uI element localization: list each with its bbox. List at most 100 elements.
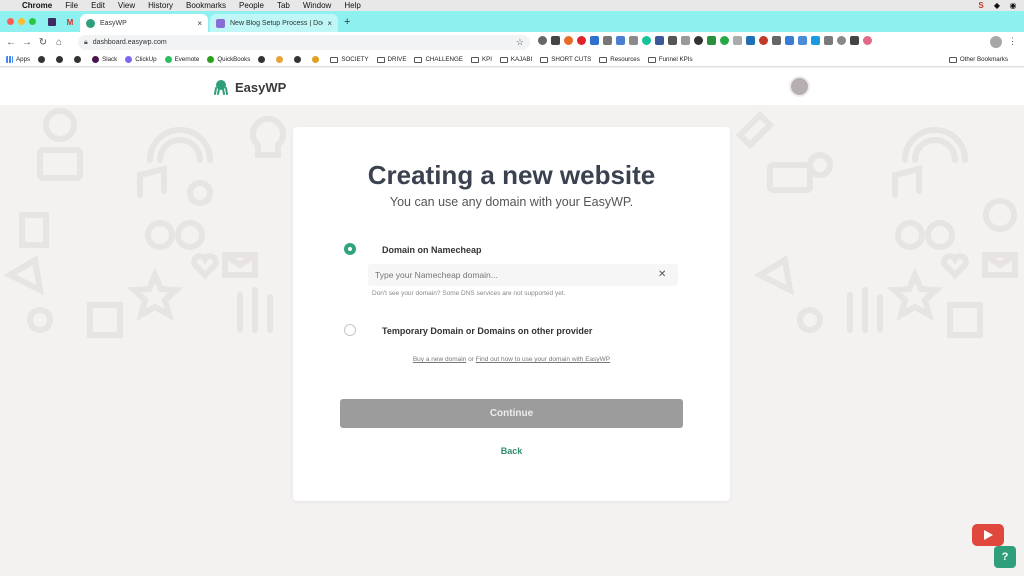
menu-help[interactable]: Help: [344, 0, 360, 11]
extension-icon[interactable]: [772, 36, 781, 45]
bookmark-item[interactable]: Evernote: [164, 56, 199, 63]
bookmark-item[interactable]: SOCIETY: [330, 56, 369, 63]
back-link[interactable]: Back: [293, 446, 730, 456]
menu-chrome[interactable]: Chrome: [22, 0, 52, 11]
extension-icon[interactable]: [837, 36, 846, 45]
close-tab-icon[interactable]: ×: [327, 19, 332, 28]
home-icon[interactable]: ⌂: [51, 37, 67, 48]
forward-arrow-icon[interactable]: →: [19, 37, 35, 48]
address-bar[interactable]: 🔒︎ dashboard.easywp.com ☆: [78, 35, 530, 50]
bookmark-label: Apps: [16, 56, 31, 63]
extension-icon[interactable]: [707, 36, 716, 45]
buy-domain-link[interactable]: Buy a new domain: [413, 356, 466, 363]
menu-view[interactable]: View: [118, 0, 135, 11]
bookmark-item[interactable]: [276, 56, 286, 63]
extension-icon[interactable]: [759, 36, 768, 45]
doc-favicon-icon: [216, 18, 225, 28]
menu-edit[interactable]: Edit: [91, 0, 105, 11]
status-s-icon[interactable]: S: [976, 0, 986, 11]
bookmark-item[interactable]: [294, 56, 304, 63]
bookmark-item[interactable]: [312, 56, 322, 63]
facebook-icon[interactable]: [655, 36, 664, 45]
namecheap-domain-input[interactable]: [368, 264, 678, 286]
help-button[interactable]: ?: [994, 546, 1016, 568]
bookmark-item[interactable]: DRIVE: [376, 56, 406, 63]
extension-icon[interactable]: [629, 36, 638, 45]
close-window-button[interactable]: [7, 18, 14, 25]
extension-icon[interactable]: [603, 36, 612, 45]
option-domain-namecheap-label[interactable]: Domain on Namecheap: [382, 245, 482, 255]
bookmark-item[interactable]: ClickUp: [125, 56, 157, 63]
extension-icon[interactable]: [616, 36, 625, 45]
bookmark-star-icon[interactable]: ☆: [516, 37, 524, 48]
pinned-tab-1[interactable]: [44, 15, 60, 29]
browser-menu-icon[interactable]: ⋮: [1008, 36, 1017, 47]
extension-icon[interactable]: [694, 36, 703, 45]
easywp-logo[interactable]: EasyWP: [213, 79, 286, 95]
tab-easywp[interactable]: EasyWP ×: [80, 14, 208, 32]
extension-icon[interactable]: [824, 36, 833, 45]
youtube-icon[interactable]: [972, 524, 1004, 546]
extensions-area: [538, 36, 872, 45]
bookmark-item[interactable]: [56, 56, 66, 63]
menu-history[interactable]: History: [148, 0, 173, 11]
extension-icon[interactable]: [733, 36, 742, 45]
bookmark-item[interactable]: Slack: [92, 56, 117, 63]
maximize-window-button[interactable]: [29, 18, 36, 25]
reload-icon[interactable]: ↻: [35, 37, 51, 48]
other-bookmarks[interactable]: Other Bookmarks: [948, 56, 1008, 63]
menu-bookmarks[interactable]: Bookmarks: [186, 0, 226, 11]
dropbox-icon[interactable]: ◆: [992, 0, 1002, 11]
doodle-envelope-icon: [37, 147, 83, 181]
profile-avatar-icon[interactable]: [990, 36, 1002, 48]
radio-domain-namecheap[interactable]: [344, 243, 356, 255]
extension-icon[interactable]: [850, 36, 859, 45]
option-temporary-domain-label[interactable]: Temporary Domain or Domains on other pro…: [382, 326, 592, 336]
doodle-bulb-icon: [250, 115, 286, 158]
extension-icon[interactable]: [564, 36, 573, 45]
bookmark-item[interactable]: QuickBooks: [207, 56, 250, 63]
doodle-pencil-icon: [735, 110, 775, 150]
menu-tab[interactable]: Tab: [277, 0, 290, 11]
find-out-link[interactable]: Find out how to use your domain with Eas…: [476, 356, 610, 363]
minimize-window-button[interactable]: [18, 18, 25, 25]
extension-icon[interactable]: [746, 36, 755, 45]
menu-window[interactable]: Window: [303, 0, 331, 11]
close-tab-icon[interactable]: ×: [197, 19, 202, 28]
bookmark-item[interactable]: SHORT CUTS: [540, 56, 591, 63]
bookmark-item[interactable]: Apps: [6, 56, 30, 63]
continue-button[interactable]: Continue: [340, 399, 683, 428]
extension-icon[interactable]: [785, 36, 794, 45]
extension-icon[interactable]: [798, 36, 807, 45]
extension-icon[interactable]: [681, 36, 690, 45]
bookmark-item[interactable]: [258, 56, 268, 63]
clear-input-icon[interactable]: ✕: [658, 269, 666, 280]
tab-blog-setup-doc[interactable]: New Blog Setup Process | Doc ×: [210, 14, 338, 32]
extension-icon[interactable]: [538, 36, 547, 45]
bookmark-item[interactable]: Funnel KPIs: [647, 56, 693, 63]
extension-icon[interactable]: [811, 36, 820, 45]
extension-icon[interactable]: [720, 36, 729, 45]
new-tab-icon[interactable]: +: [344, 16, 350, 28]
bookmark-item[interactable]: KPI: [470, 56, 492, 63]
bookmark-item[interactable]: KAJABI: [499, 56, 532, 63]
octopus-favicon-icon: [86, 18, 95, 28]
menu-file[interactable]: File: [65, 0, 78, 11]
pinterest-icon[interactable]: [577, 36, 586, 45]
user-avatar[interactable]: [789, 76, 810, 97]
extension-icon[interactable]: [551, 36, 560, 45]
back-arrow-icon[interactable]: ←: [3, 37, 19, 48]
pinned-tab-gmail[interactable]: M: [62, 15, 78, 29]
grammarly-icon[interactable]: [642, 36, 651, 45]
extension-icon[interactable]: [863, 36, 872, 45]
extension-icon[interactable]: [590, 36, 599, 45]
bookmark-favicon-icon: [164, 56, 172, 63]
bookmark-item[interactable]: Resources: [599, 56, 640, 63]
bookmark-item[interactable]: CHALLENGE: [414, 56, 463, 63]
bookmark-item[interactable]: [74, 56, 84, 63]
bookmark-item[interactable]: [38, 56, 48, 63]
menu-people[interactable]: People: [239, 0, 264, 11]
creative-cloud-icon[interactable]: ◉: [1008, 0, 1018, 11]
extension-icon[interactable]: [668, 36, 677, 45]
radio-temporary-domain[interactable]: [344, 324, 356, 336]
